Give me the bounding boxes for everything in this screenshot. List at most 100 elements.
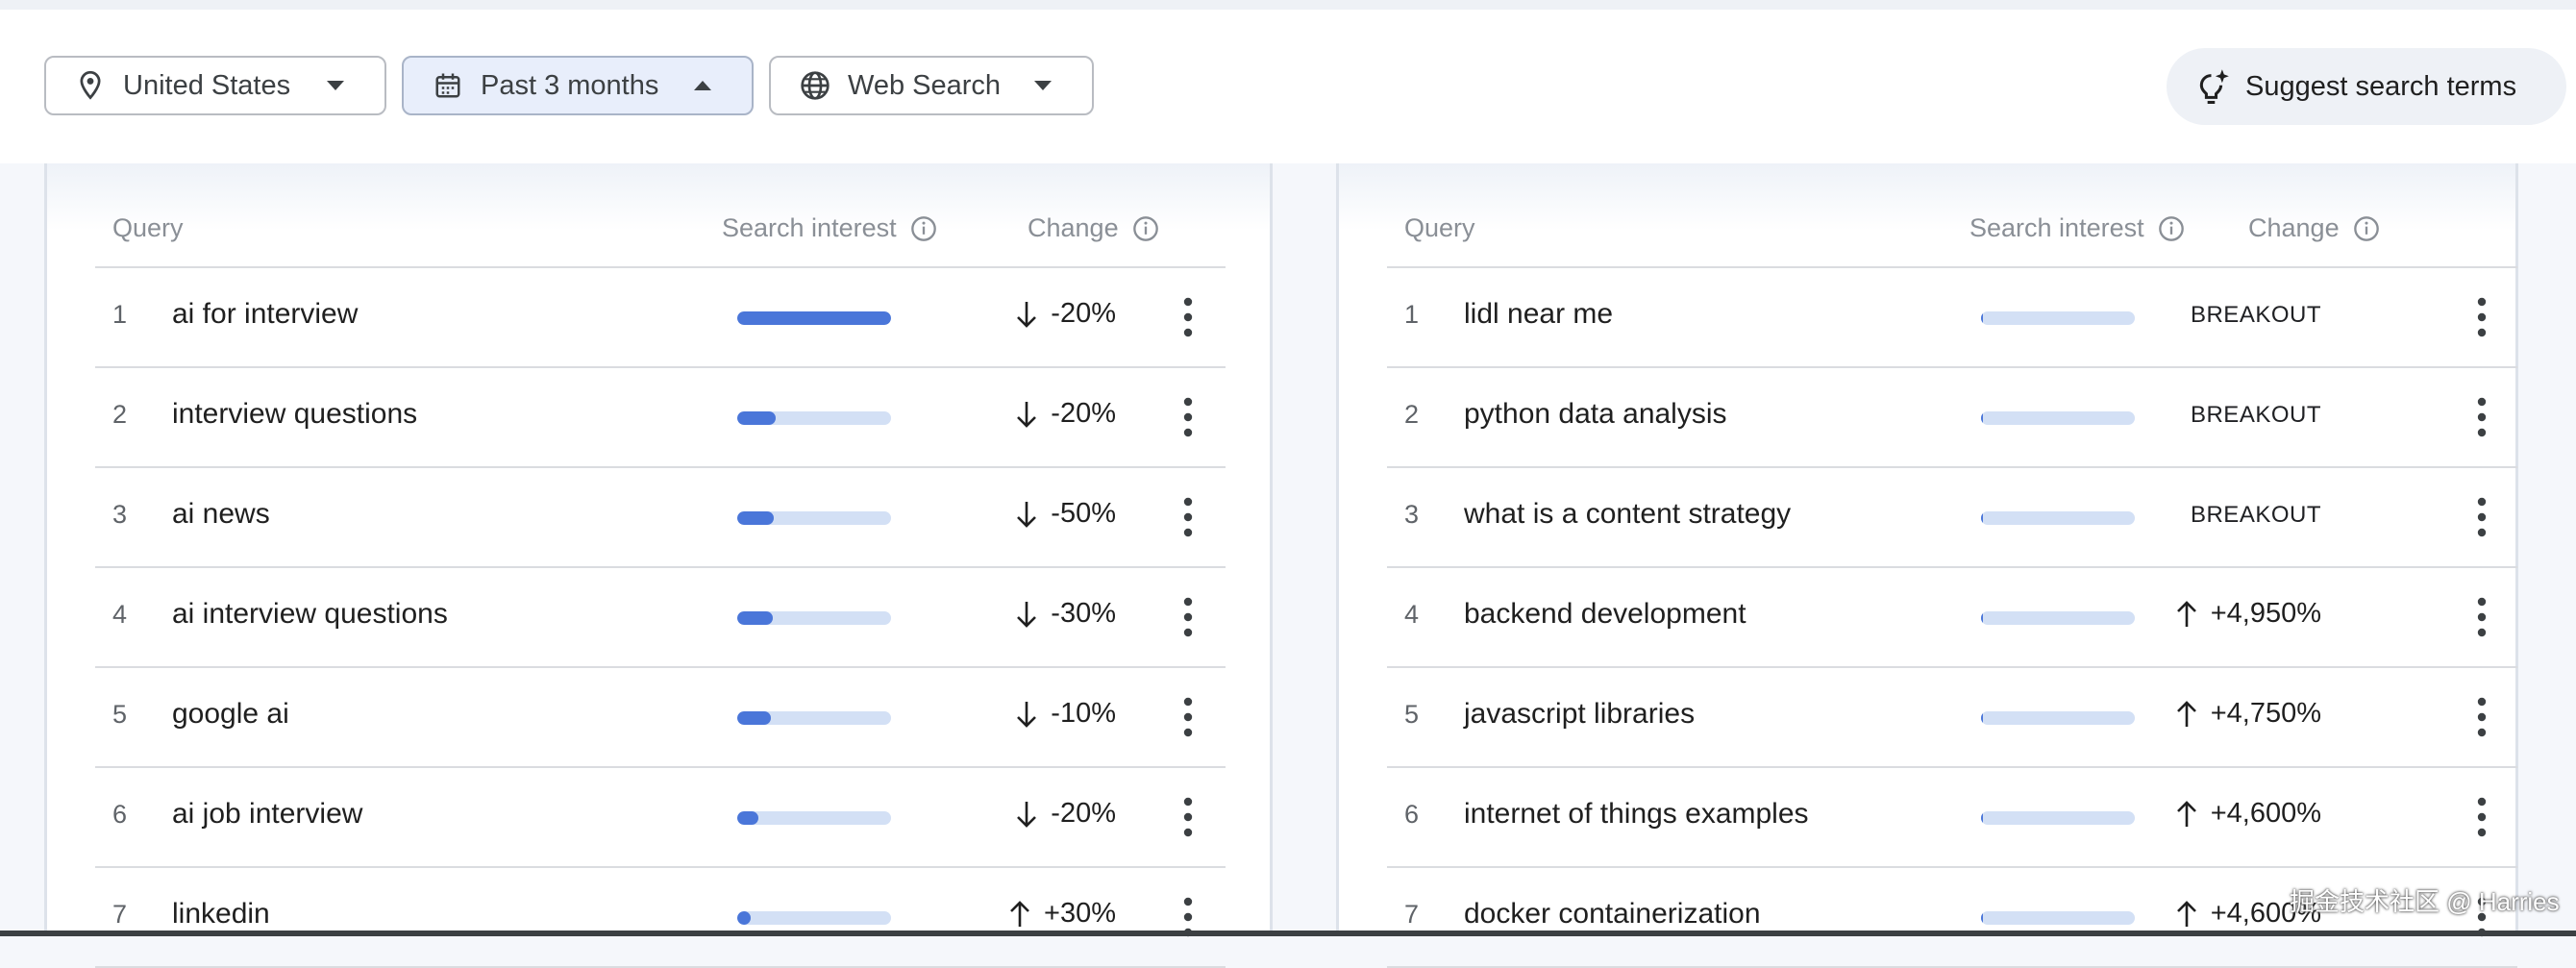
query-column-header: Query: [1404, 213, 1475, 243]
caret-down-icon: [1034, 58, 1052, 113]
table-row[interactable]: 3 what is a content strategy BREAKOUT: [1339, 467, 2515, 567]
query-link[interactable]: javascript libraries: [1464, 698, 1695, 731]
arrow-up-icon: [2176, 800, 2197, 829]
more-options-icon[interactable]: [1183, 396, 1193, 438]
change-value: BREAKOUT: [2191, 402, 2321, 429]
change-value: +4,950%: [2176, 598, 2321, 630]
table-row[interactable]: 6 internet of things examples +4,600%: [1339, 767, 2515, 867]
query-link[interactable]: lidl near me: [1464, 298, 1613, 331]
table-row[interactable]: 6 ai job interview -20%: [47, 767, 1270, 867]
location-filter[interactable]: United States: [44, 56, 386, 115]
caret-up-icon: [694, 58, 711, 113]
query-link[interactable]: interview questions: [172, 398, 417, 431]
search-interest-bar: [737, 311, 891, 325]
change-text: -20%: [1051, 298, 1116, 329]
search-interest-column-header: Search interest: [1969, 213, 2185, 243]
search-interest-header-label: Search interest: [722, 213, 897, 242]
search-interest-bar: [737, 711, 891, 725]
query-link[interactable]: internet of things examples: [1464, 798, 1809, 831]
query-link[interactable]: python data analysis: [1464, 398, 1727, 431]
caret-down-icon: [327, 58, 344, 113]
info-icon[interactable]: [910, 215, 937, 242]
more-options-icon[interactable]: [1183, 496, 1193, 538]
search-interest-bar: [1981, 811, 2135, 825]
location-pin-icon: [73, 70, 108, 101]
table-row[interactable]: 1 ai for interview -20%: [47, 267, 1270, 367]
info-icon[interactable]: [2353, 215, 2380, 242]
search-interest-bar: [737, 911, 891, 925]
query-link[interactable]: ai interview questions: [172, 598, 448, 631]
search-interest-bar-fill: [737, 411, 776, 425]
change-text: -10%: [1051, 698, 1116, 729]
change-value: -30%: [1016, 598, 1116, 630]
more-options-icon[interactable]: [1183, 696, 1193, 738]
arrow-up-icon: [1009, 900, 1030, 929]
watermark: 掘金技术社区 @ Harries: [2290, 887, 2560, 916]
row-rank: 1: [1404, 300, 1420, 329]
row-rank: 4: [1404, 600, 1420, 629]
table-row[interactable]: 4 backend development +4,950%: [1339, 567, 2515, 667]
more-options-icon[interactable]: [1183, 596, 1193, 638]
query-link[interactable]: ai job interview: [172, 798, 362, 831]
search-interest-bar: [1981, 911, 2135, 925]
breakout-label: BREAKOUT: [2190, 302, 2321, 328]
search-interest-bar: [1981, 511, 2135, 525]
time-range-filter-label: Past 3 months: [481, 69, 659, 101]
table-row[interactable]: 5 javascript libraries +4,750%: [1339, 667, 2515, 767]
location-filter-label: United States: [123, 69, 291, 101]
more-options-icon[interactable]: [2477, 496, 2487, 538]
search-interest-bar: [1981, 411, 2135, 425]
change-value: +30%: [1009, 898, 1116, 930]
search-interest-bar: [1981, 611, 2135, 625]
search-interest-bar-fill: [737, 511, 775, 525]
more-options-icon[interactable]: [1183, 296, 1193, 338]
row-rank: 5: [1404, 700, 1420, 729]
table-row[interactable]: 2 interview questions -20%: [47, 367, 1270, 467]
breakout-label: BREAKOUT: [2190, 402, 2321, 428]
change-value: -20%: [1016, 298, 1116, 330]
more-options-icon[interactable]: [2477, 796, 2487, 838]
more-options-icon[interactable]: [2477, 296, 2487, 338]
search-interest-bar: [737, 611, 891, 625]
row-rank: 3: [112, 500, 128, 529]
more-options-icon[interactable]: [2477, 696, 2487, 738]
time-range-filter[interactable]: Past 3 months: [402, 56, 754, 115]
table-row[interactable]: 7 linkedin +30%: [47, 867, 1270, 967]
change-value: -10%: [1016, 698, 1116, 730]
table-row[interactable]: 3 ai news -50%: [47, 467, 1270, 567]
search-interest-bar-fill: [737, 811, 759, 825]
more-options-icon[interactable]: [2477, 396, 2487, 438]
query-link[interactable]: docker containerization: [1464, 898, 1761, 931]
query-header-label: Query: [1404, 213, 1475, 242]
query-link[interactable]: what is a content strategy: [1464, 498, 1791, 531]
calendar-icon: [431, 71, 465, 100]
table-row[interactable]: 2 python data analysis BREAKOUT: [1339, 367, 2515, 467]
table-row[interactable]: 1 lidl near me BREAKOUT: [1339, 267, 2515, 367]
query-link[interactable]: linkedin: [172, 898, 270, 931]
search-type-filter[interactable]: Web Search: [769, 56, 1094, 115]
query-link[interactable]: backend development: [1464, 598, 1746, 631]
table-row[interactable]: 5 google ai -10%: [47, 667, 1270, 767]
change-text: +4,950%: [2210, 598, 2321, 629]
query-link[interactable]: google ai: [172, 698, 289, 731]
info-icon[interactable]: [2158, 215, 2185, 242]
search-interest-bar-fill: [1981, 711, 1984, 725]
info-icon[interactable]: [1132, 215, 1159, 242]
row-rank: 4: [112, 600, 128, 629]
query-link[interactable]: ai news: [172, 498, 270, 531]
change-value: +4,600%: [2176, 798, 2321, 830]
change-header-label: Change: [1028, 213, 1119, 242]
top-band: [0, 0, 2576, 10]
arrow-down-icon: [1016, 800, 1037, 829]
suggest-search-terms-button[interactable]: Suggest search terms: [2167, 48, 2566, 125]
more-options-icon[interactable]: [1183, 796, 1193, 838]
search-interest-bar-fill: [1981, 811, 1984, 825]
row-rank: 6: [112, 800, 128, 829]
change-value: -50%: [1016, 498, 1116, 530]
search-interest-bar-fill: [1981, 511, 1984, 525]
more-options-icon[interactable]: [2477, 596, 2487, 638]
change-text: +4,600%: [2210, 798, 2321, 829]
query-link[interactable]: ai for interview: [172, 298, 358, 331]
search-interest-bar: [1981, 311, 2135, 325]
table-row[interactable]: 4 ai interview questions -30%: [47, 567, 1270, 667]
